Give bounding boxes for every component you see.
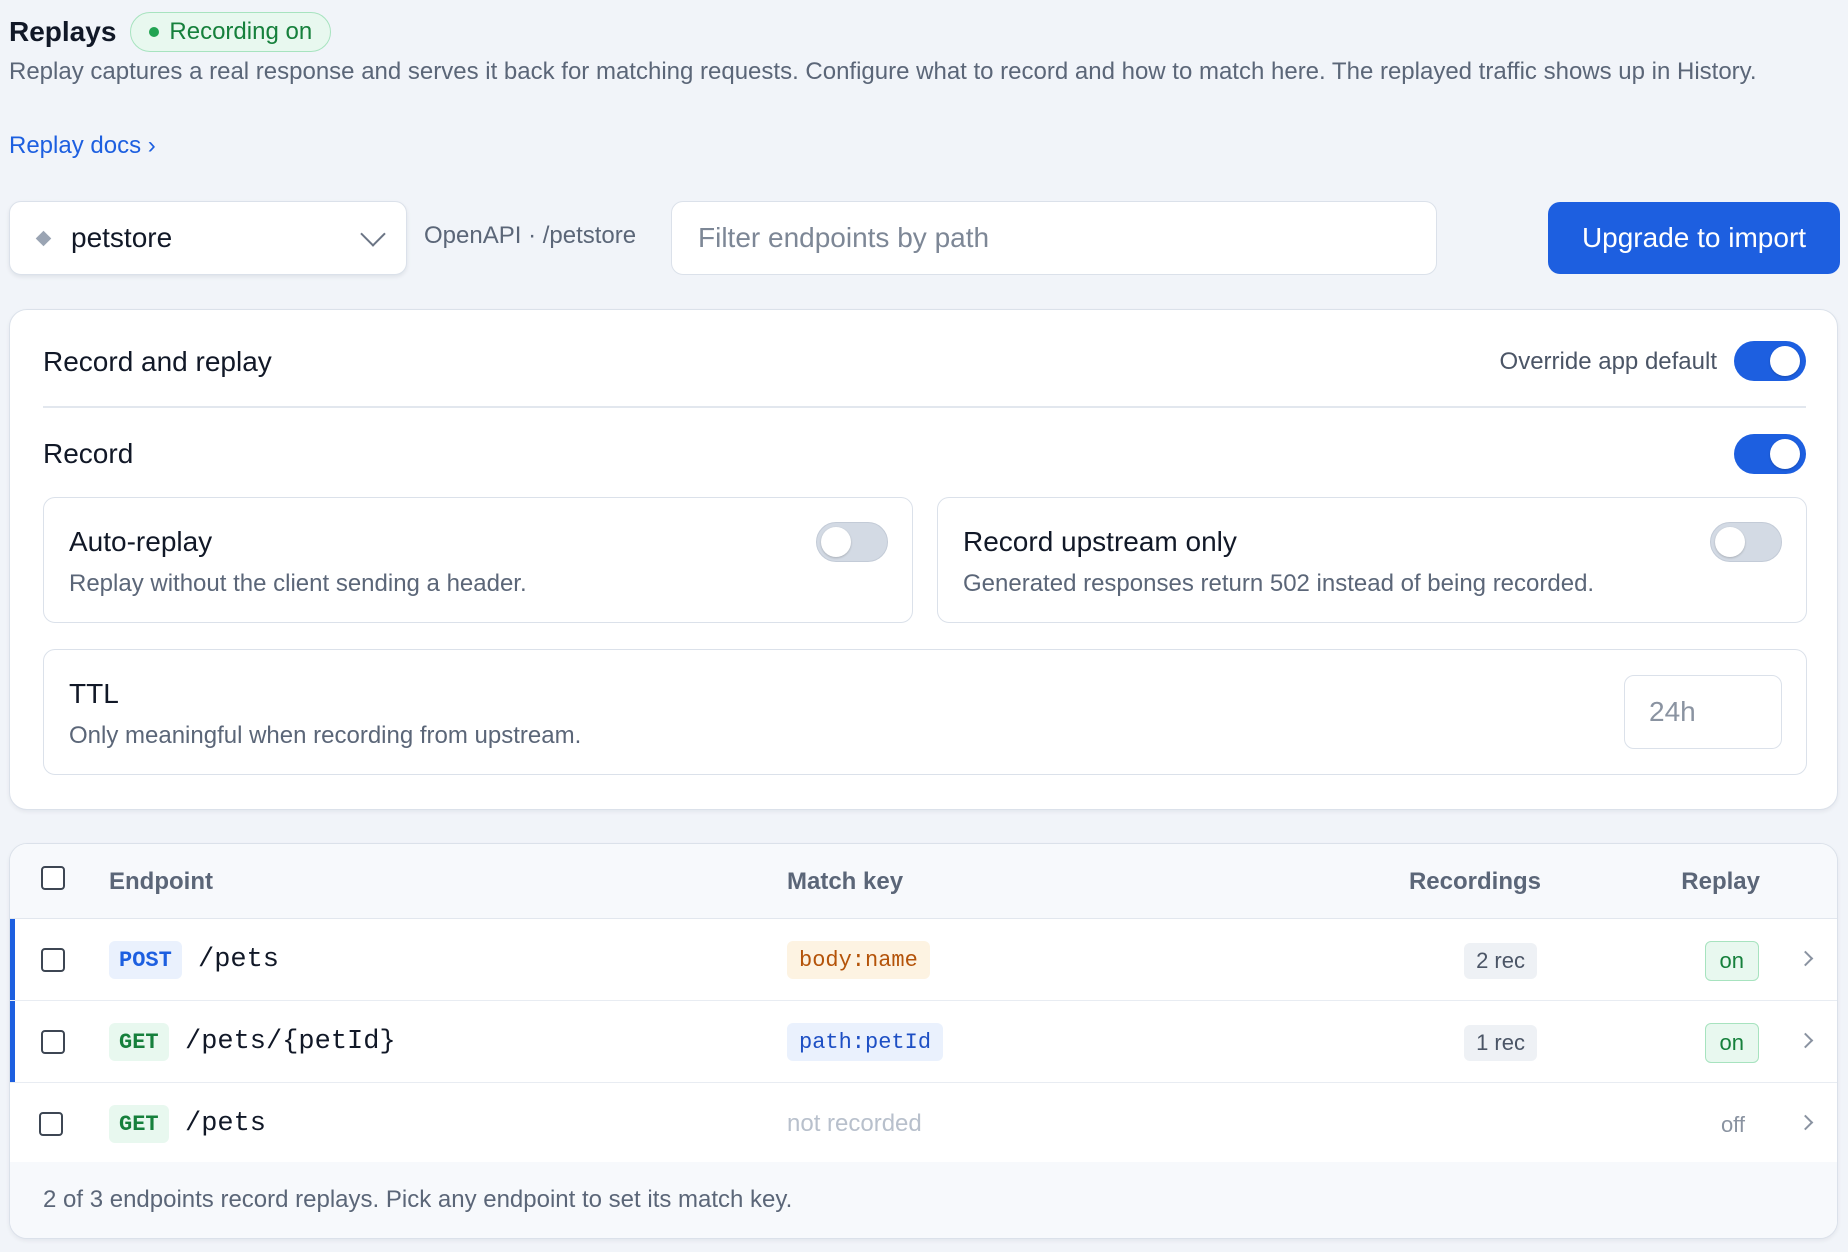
toggle-knob bbox=[1770, 346, 1800, 376]
method-badge: GET bbox=[109, 1023, 169, 1061]
recording-status-label: Recording on bbox=[169, 18, 313, 45]
auto-replay-toggle[interactable] bbox=[816, 522, 888, 562]
auto-replay-option: Auto-replay Replay without the client se… bbox=[43, 497, 913, 623]
column-replay: Replay bbox=[1681, 868, 1760, 895]
select-all-checkbox[interactable] bbox=[41, 866, 65, 890]
replay-status: off bbox=[1720, 1112, 1745, 1137]
ttl-title: TTL bbox=[69, 678, 119, 709]
upstream-only-option: Record upstream only Generated responses… bbox=[937, 497, 1807, 623]
chevron-down-icon bbox=[360, 221, 386, 247]
settings-divider bbox=[43, 406, 1806, 408]
endpoint-path: /pets bbox=[185, 1109, 267, 1139]
app-select-value: petstore bbox=[71, 222, 173, 253]
upstream-only-title: Record upstream only bbox=[963, 526, 1237, 557]
replays-page: Replays Recording on Replay captures a r… bbox=[0, 0, 1848, 1252]
table-row[interactable]: POST /pets body:name 2 rec on bbox=[10, 919, 1837, 1001]
row-checkbox[interactable] bbox=[41, 948, 65, 972]
page-header: Replays Recording on bbox=[9, 12, 332, 52]
page-title: Replays bbox=[9, 16, 117, 47]
ttl-option: TTL Only meaningful when recording from … bbox=[43, 649, 1807, 775]
ttl-description: Only meaningful when recording from upst… bbox=[69, 722, 582, 749]
column-match-key: Match key bbox=[787, 868, 904, 895]
row-checkbox[interactable] bbox=[41, 1030, 65, 1054]
match-key-badge: path:petId bbox=[787, 1023, 944, 1061]
table-header: Endpoint Match key Recordings Replay bbox=[10, 844, 1837, 919]
upstream-only-description: Generated responses return 502 instead o… bbox=[963, 570, 1595, 597]
settings-title: Record and replay bbox=[43, 346, 272, 377]
toggle-knob bbox=[1770, 439, 1800, 469]
endpoint-filter-input[interactable] bbox=[671, 201, 1437, 275]
row-accent-bar bbox=[10, 1001, 15, 1082]
override-default-toggle[interactable] bbox=[1734, 341, 1806, 381]
spec-source-label: OpenAPI · /petstore bbox=[424, 222, 637, 249]
recordings-count: 2 rec bbox=[1464, 943, 1537, 979]
column-endpoint: Endpoint bbox=[109, 868, 213, 895]
auto-replay-title: Auto-replay bbox=[69, 526, 213, 557]
replay-status: on bbox=[1704, 941, 1759, 981]
column-recordings: Recordings bbox=[1408, 868, 1541, 895]
app-diamond-icon bbox=[35, 230, 52, 246]
recordings-count: 1 rec bbox=[1464, 1025, 1537, 1061]
endpoints-table: Endpoint Match key Recordings Replay POS… bbox=[9, 843, 1838, 1239]
chevron-right-icon[interactable] bbox=[1797, 950, 1814, 967]
replay-status: on bbox=[1704, 1023, 1759, 1063]
table-footer: 2 of 3 endpoints record replays. Pick an… bbox=[10, 1162, 1837, 1238]
auto-replay-description: Replay without the client sending a head… bbox=[69, 570, 527, 597]
table-footer-text: 2 of 3 endpoints record replays. Pick an… bbox=[43, 1186, 793, 1213]
chevron-right-icon[interactable] bbox=[1797, 1032, 1814, 1049]
upstream-only-toggle[interactable] bbox=[1710, 522, 1782, 562]
app-select[interactable]: petstore bbox=[9, 201, 407, 275]
upgrade-to-import-button[interactable]: Upgrade to import bbox=[1548, 202, 1840, 274]
table-row[interactable]: GET /pets not recorded off bbox=[10, 1083, 1837, 1165]
endpoint-path: /pets/{petId} bbox=[185, 1027, 396, 1057]
match-key-badge: body:name bbox=[787, 941, 930, 979]
chevron-right-icon[interactable] bbox=[1797, 1114, 1814, 1131]
ttl-input[interactable] bbox=[1624, 675, 1782, 749]
toggle-knob bbox=[821, 527, 851, 557]
page-description: Replay captures a real response and serv… bbox=[9, 58, 1757, 85]
replay-docs-link[interactable]: Replay docs › bbox=[9, 132, 156, 160]
record-toggle[interactable] bbox=[1734, 434, 1806, 474]
row-accent-bar bbox=[10, 919, 15, 1000]
toggle-knob bbox=[1715, 527, 1745, 557]
table-row[interactable]: GET /pets/{petId} path:petId 1 rec on bbox=[10, 1001, 1837, 1083]
status-dot-icon bbox=[149, 27, 160, 37]
record-replay-settings-card: Record and replay Override app default R… bbox=[9, 309, 1838, 810]
method-badge: GET bbox=[109, 1105, 169, 1143]
method-badge: POST bbox=[109, 941, 182, 979]
row-checkbox[interactable] bbox=[39, 1112, 63, 1136]
override-default-label: Override app default bbox=[1499, 348, 1717, 375]
recording-status-badge: Recording on bbox=[130, 12, 332, 52]
record-label: Record bbox=[43, 438, 134, 469]
match-key-placeholder: not recorded bbox=[787, 1110, 922, 1137]
endpoint-path: /pets bbox=[198, 945, 280, 975]
